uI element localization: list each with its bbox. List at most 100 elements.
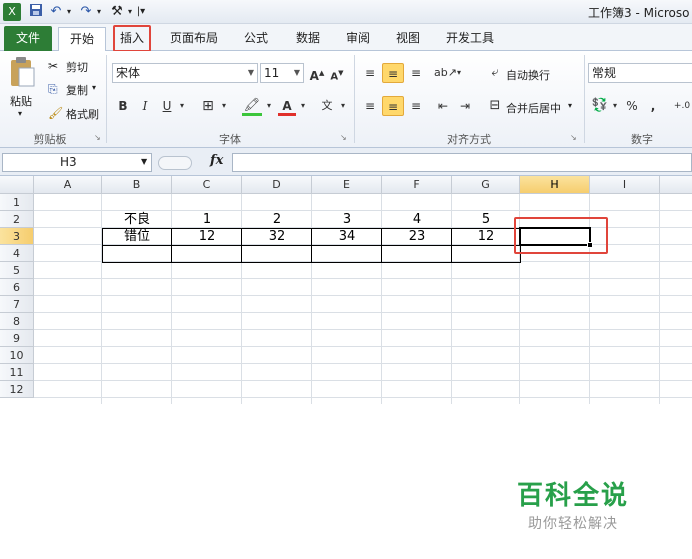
font-name-select[interactable]: 宋体 ▼ [112,63,258,83]
merge-center-button[interactable]: 合并后居中 [506,100,561,116]
tab-data[interactable]: 数据 [288,27,328,51]
copy-dropdown-icon[interactable]: ▾ [92,83,96,92]
accounting-dropdown-icon[interactable]: ▾ [611,96,619,116]
name-box[interactable]: H3 [2,153,152,172]
row-header[interactable]: 2 [0,211,34,228]
table-cell[interactable]: 23 [382,228,452,245]
paste-icon[interactable] [8,56,38,90]
bold-button[interactable]: B [114,96,132,116]
row-header[interactable]: 8 [0,313,34,330]
merge-dropdown-icon[interactable]: ▾ [568,101,572,110]
row-header[interactable]: 1 [0,194,34,211]
format-painter-icon[interactable]: 🖌 [48,106,63,120]
tab-page-layout[interactable]: 页面布局 [164,27,224,51]
fill-color-icon[interactable]: 🖍 [242,96,262,116]
border-icon[interactable]: ⊞ [198,96,218,116]
orientation-dropdown-icon[interactable]: ▾ [455,63,463,83]
table-cell[interactable]: 32 [242,228,312,245]
tab-view[interactable]: 视图 [388,27,428,51]
column-header[interactable]: B [102,176,172,194]
copy-icon[interactable]: ⎘ [48,82,58,97]
table-cell-label[interactable]: 错位 [102,228,172,245]
wrap-text-icon[interactable]: ⤶ [486,63,504,83]
column-header[interactable]: A [34,176,102,194]
tab-review[interactable]: 审阅 [338,27,378,51]
font-size-select[interactable]: 11 ▼ [260,63,304,83]
alignment-launcher-icon[interactable]: ↘ [570,133,577,142]
font-color-icon[interactable]: A [278,96,296,116]
redo-dropdown-icon[interactable]: ▾ [94,3,104,21]
font-launcher-icon[interactable]: ↘ [340,133,347,142]
increase-indent-icon[interactable]: ⇥ [456,96,474,116]
save-icon[interactable] [28,3,44,21]
underline-button[interactable]: U [158,96,176,116]
format-painter-button[interactable]: 格式刷 [66,106,99,122]
name-box-dropdown-icon[interactable]: ▼ [141,157,147,166]
table-cell[interactable]: 12 [452,228,520,245]
table-cell[interactable]: 5 [452,211,520,228]
tab-formulas[interactable]: 公式 [236,27,276,51]
column-header[interactable] [660,176,692,194]
column-header[interactable]: D [242,176,312,194]
align-left-icon[interactable]: ≡ [360,96,380,116]
row-header[interactable]: 9 [0,330,34,347]
tools-dropdown-icon[interactable]: ▾ [126,3,134,21]
customize-toolbar-icon[interactable]: |▾ [136,3,146,21]
align-bottom-icon[interactable]: ≡ [406,63,426,83]
clipboard-launcher-icon[interactable]: ↘ [94,133,101,142]
column-header[interactable]: F [382,176,452,194]
phonetic-icon[interactable]: 文 [316,96,338,116]
font-color-dropdown-icon[interactable]: ▾ [298,96,308,116]
merge-center-icon[interactable]: ⊟ [486,96,504,116]
tools-icon[interactable]: ⚒ [108,3,126,21]
table-cell[interactable]: 34 [312,228,382,245]
align-center-icon[interactable]: ≡ [382,96,404,116]
underline-dropdown-icon[interactable]: ▾ [177,96,187,116]
copy-button[interactable]: 复制 [66,82,88,98]
table-cell[interactable]: 3 [312,211,382,228]
table-cell[interactable]: 2 [242,211,312,228]
border-dropdown-icon[interactable]: ▾ [219,96,229,116]
shrink-font-icon[interactable]: A▼ [328,63,346,83]
row-header[interactable]: 11 [0,364,34,381]
decrease-indent-icon[interactable]: ⇤ [434,96,452,116]
row-header[interactable]: 4 [0,245,34,262]
expand-handle-icon[interactable] [158,156,192,170]
align-top-icon[interactable]: ≡ [360,63,380,83]
scissors-icon[interactable]: ✂ [48,59,58,73]
row-header[interactable]: 6 [0,279,34,296]
table-cell[interactable]: 4 [382,211,452,228]
excel-app-icon[interactable]: X [3,3,21,21]
formula-input[interactable] [232,153,692,172]
undo-dropdown-icon[interactable]: ▾ [64,3,74,21]
paste-button[interactable]: 粘贴 [10,93,32,109]
row-header-selected[interactable]: 3 [0,228,34,245]
row-header[interactable]: 7 [0,296,34,313]
fill-color-dropdown-icon[interactable]: ▾ [264,96,274,116]
insert-function-button[interactable]: fx [210,153,223,168]
tab-file[interactable]: 文件 [4,26,52,51]
select-all-corner[interactable] [0,176,34,194]
tab-home[interactable]: 开始 [58,27,106,51]
grow-font-icon[interactable]: A▲ [308,63,326,83]
italic-button[interactable]: I [136,96,154,116]
orientation-icon[interactable]: ab↗ [434,63,457,83]
column-header-selected[interactable]: H [520,176,590,194]
column-header[interactable]: E [312,176,382,194]
paste-dropdown-icon[interactable]: ▾ [18,109,22,118]
column-header[interactable]: G [452,176,520,194]
column-header[interactable]: C [172,176,242,194]
increase-decimal-icon[interactable]: +.0 [672,96,692,116]
undo-icon[interactable]: ↶ [48,3,64,21]
row-header[interactable]: 10 [0,347,34,364]
table-cell[interactable]: 1 [172,211,242,228]
number-format-select[interactable]: 常规 [588,63,692,83]
cut-button[interactable]: 剪切 [66,59,88,75]
align-right-icon[interactable]: ≡ [406,96,426,116]
phonetic-dropdown-icon[interactable]: ▾ [338,96,348,116]
row-header[interactable]: 12 [0,381,34,398]
wrap-text-button[interactable]: 自动换行 [506,67,550,83]
redo-icon[interactable]: ↷ [78,3,94,21]
column-header[interactable]: I [590,176,660,194]
tab-developer[interactable]: 开发工具 [440,27,500,51]
